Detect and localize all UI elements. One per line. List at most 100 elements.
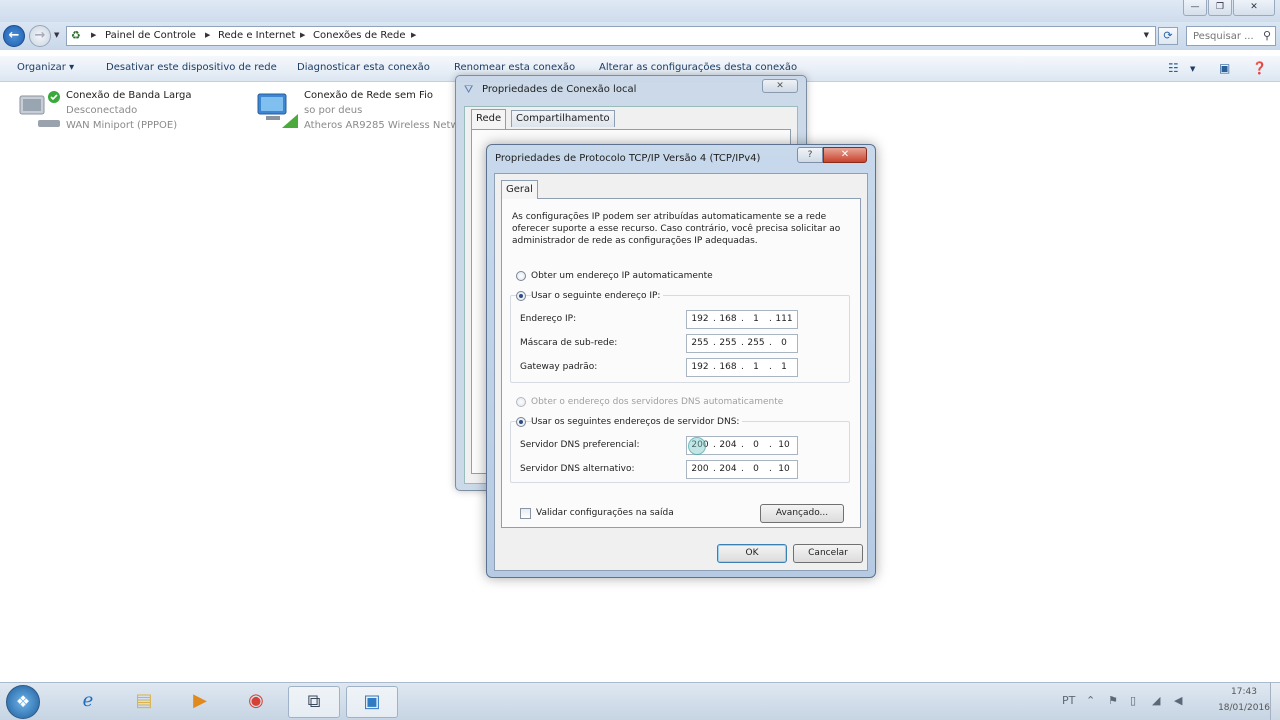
taskbar-chrome[interactable]: ◉ <box>230 686 282 718</box>
ip-octet-3[interactable]: 1 <box>745 314 767 324</box>
minimize-button[interactable]: — <box>1183 0 1207 16</box>
chevron-up-icon[interactable]: ⌃ <box>1086 694 1095 707</box>
octet-separator: . <box>741 314 744 324</box>
ip-octet-1[interactable]: 192 <box>689 314 711 324</box>
view-dropdown[interactable]: ▼ <box>1190 65 1195 73</box>
breadcrumb-control-panel[interactable]: Painel de Controle <box>105 30 196 41</box>
radio-auto-dns[interactable] <box>516 397 526 407</box>
tab-network[interactable]: Rede <box>471 109 507 129</box>
rename-button[interactable]: Renomear esta conexão <box>454 62 575 73</box>
monitor-icon: ▣ <box>363 691 381 712</box>
recent-pages-dropdown[interactable]: ▼ <box>54 31 59 39</box>
gateway-octet-2[interactable]: 168 <box>717 362 739 372</box>
dns-pref-octet-3[interactable]: 0 <box>745 440 767 450</box>
advanced-button[interactable]: Avançado... <box>760 504 844 523</box>
dns-alt-octet-2[interactable]: 204 <box>717 464 739 474</box>
subnet-mask-label: Máscara de sub-rede: <box>520 338 618 348</box>
windows-logo-icon: ❖ <box>15 692 31 711</box>
close-button[interactable]: ✕ <box>823 147 867 163</box>
mask-octet-1[interactable]: 255 <box>689 338 711 348</box>
ip-octet-2[interactable]: 168 <box>717 314 739 324</box>
taskbar-control-panel[interactable]: ▣ <box>346 686 398 718</box>
radio-manual-ip[interactable] <box>516 291 526 301</box>
subnet-mask-input[interactable]: 255. 255. 255. 0 <box>686 334 798 353</box>
clock-time[interactable]: 17:43 <box>1218 687 1270 697</box>
action-center-icon[interactable]: ⚑ <box>1108 694 1118 707</box>
radio-manual-dns-label[interactable]: Usar os seguintes endereços de servidor … <box>531 417 743 427</box>
disable-device-button[interactable]: Desativar este dispositivo de rede <box>106 62 277 73</box>
connection-wireless[interactable]: Conexão de Rede sem Fio so por deus Athe… <box>256 90 459 136</box>
refresh-button[interactable]: ⟳ <box>1158 27 1178 45</box>
close-window-button[interactable]: ✕ <box>1233 0 1275 16</box>
dns-alt-octet-4[interactable]: 10 <box>773 464 795 474</box>
octet-separator: . <box>769 464 772 474</box>
wifi-icon[interactable]: ◢ <box>1152 694 1160 707</box>
breadcrumb-network-internet[interactable]: Rede e Internet <box>218 30 295 41</box>
connection-broadband[interactable]: Conexão de Banda Larga Desconectado WAN … <box>18 90 238 136</box>
forward-button[interactable]: → <box>29 25 51 47</box>
connection-device: WAN Miniport (PPPOE) <box>66 120 178 131</box>
tab-sharing[interactable]: Compartilhamento <box>511 110 615 127</box>
view-options-icon[interactable]: ☷ <box>1168 61 1179 75</box>
show-desktop-button[interactable] <box>1270 683 1280 720</box>
taskbar-file-explorer[interactable]: ▤ <box>118 686 170 718</box>
octet-separator: . <box>769 440 772 450</box>
radio-manual-dns[interactable] <box>516 417 526 427</box>
octet-separator: . <box>713 314 716 324</box>
tab-general[interactable]: Geral <box>501 180 538 199</box>
radio-auto-ip[interactable] <box>516 271 526 281</box>
mask-octet-3[interactable]: 255 <box>745 338 767 348</box>
dns-pref-octet-4[interactable]: 10 <box>773 440 795 450</box>
cancel-button[interactable]: Cancelar <box>793 544 863 563</box>
help-button[interactable]: ? <box>797 147 823 163</box>
start-button[interactable]: ❖ <box>6 685 40 719</box>
gateway-octet-3[interactable]: 1 <box>745 362 767 372</box>
chevron-right-icon[interactable]: ▶ <box>411 31 416 39</box>
ip-octet-4[interactable]: 111 <box>773 314 795 324</box>
diagnose-button[interactable]: Diagnosticar esta conexão <box>297 62 430 73</box>
clock-date[interactable]: 18/01/2016 <box>1214 703 1274 713</box>
chevron-right-icon[interactable]: ▶ <box>300 31 305 39</box>
mask-octet-2[interactable]: 255 <box>717 338 739 348</box>
gateway-input[interactable]: 192. 168. 1. 1 <box>686 358 798 377</box>
gateway-octet-1[interactable]: 192 <box>689 362 711 372</box>
search-input[interactable] <box>1187 27 1257 45</box>
taskbar-media-player[interactable]: ▶ <box>174 686 226 718</box>
mask-octet-4[interactable]: 0 <box>773 338 795 348</box>
search-icon: ⚲ <box>1262 29 1271 42</box>
change-settings-button[interactable]: Alterar as configurações desta conexão <box>599 62 797 73</box>
taskbar-network-window[interactable]: ⧉ <box>288 686 340 718</box>
close-button[interactable]: ✕ <box>762 79 798 93</box>
radio-manual-ip-label[interactable]: Usar o seguinte endereço IP: <box>531 291 664 301</box>
alternate-dns-input[interactable]: 200. 204. 0. 10 <box>686 460 798 479</box>
mouse-cursor-highlight <box>688 437 706 455</box>
chevron-right-icon[interactable]: ▶ <box>205 31 210 39</box>
address-bar[interactable]: ♻ ▶ Painel de Controle ▶ Rede e Internet… <box>66 26 1156 46</box>
organize-menu[interactable]: Organizar ▾ <box>17 62 74 73</box>
radio-auto-dns-label[interactable]: Obter o endereço dos servidores DNS auto… <box>531 397 783 407</box>
taskbar-internet-explorer[interactable]: ℯ <box>62 686 114 718</box>
address-dropdown[interactable]: ▼ <box>1144 31 1149 39</box>
control-panel-icon: ♻ <box>71 29 81 42</box>
dns-pref-octet-2[interactable]: 204 <box>717 440 739 450</box>
validate-label[interactable]: Validar configurações na saída <box>536 508 674 518</box>
breadcrumb-network-connections[interactable]: Conexões de Rede <box>313 30 406 41</box>
language-icon[interactable]: PT <box>1062 694 1075 707</box>
refresh-icon: ⟳ <box>1163 29 1173 42</box>
preview-pane-icon[interactable]: ▣ <box>1219 61 1230 75</box>
ok-button[interactable]: OK <box>717 544 787 563</box>
back-button[interactable]: ← <box>3 25 25 47</box>
dns-alt-octet-3[interactable]: 0 <box>745 464 767 474</box>
chevron-right-icon[interactable]: ▶ <box>91 31 96 39</box>
search-box[interactable]: ⚲ <box>1186 26 1276 46</box>
gateway-octet-4[interactable]: 1 <box>773 362 795 372</box>
help-icon[interactable]: ❓ <box>1252 61 1267 75</box>
volume-icon[interactable]: ◀ <box>1174 694 1182 707</box>
battery-icon[interactable]: ▯ <box>1130 694 1136 707</box>
gateway-label: Gateway padrão: <box>520 362 598 372</box>
ip-address-input[interactable]: 192. 168. 1. 111 <box>686 310 798 329</box>
validate-checkbox[interactable] <box>520 508 531 519</box>
dns-alt-octet-1[interactable]: 200 <box>689 464 711 474</box>
maximize-button[interactable]: ❐ <box>1208 0 1232 16</box>
radio-auto-ip-label[interactable]: Obter um endereço IP automaticamente <box>531 271 713 281</box>
